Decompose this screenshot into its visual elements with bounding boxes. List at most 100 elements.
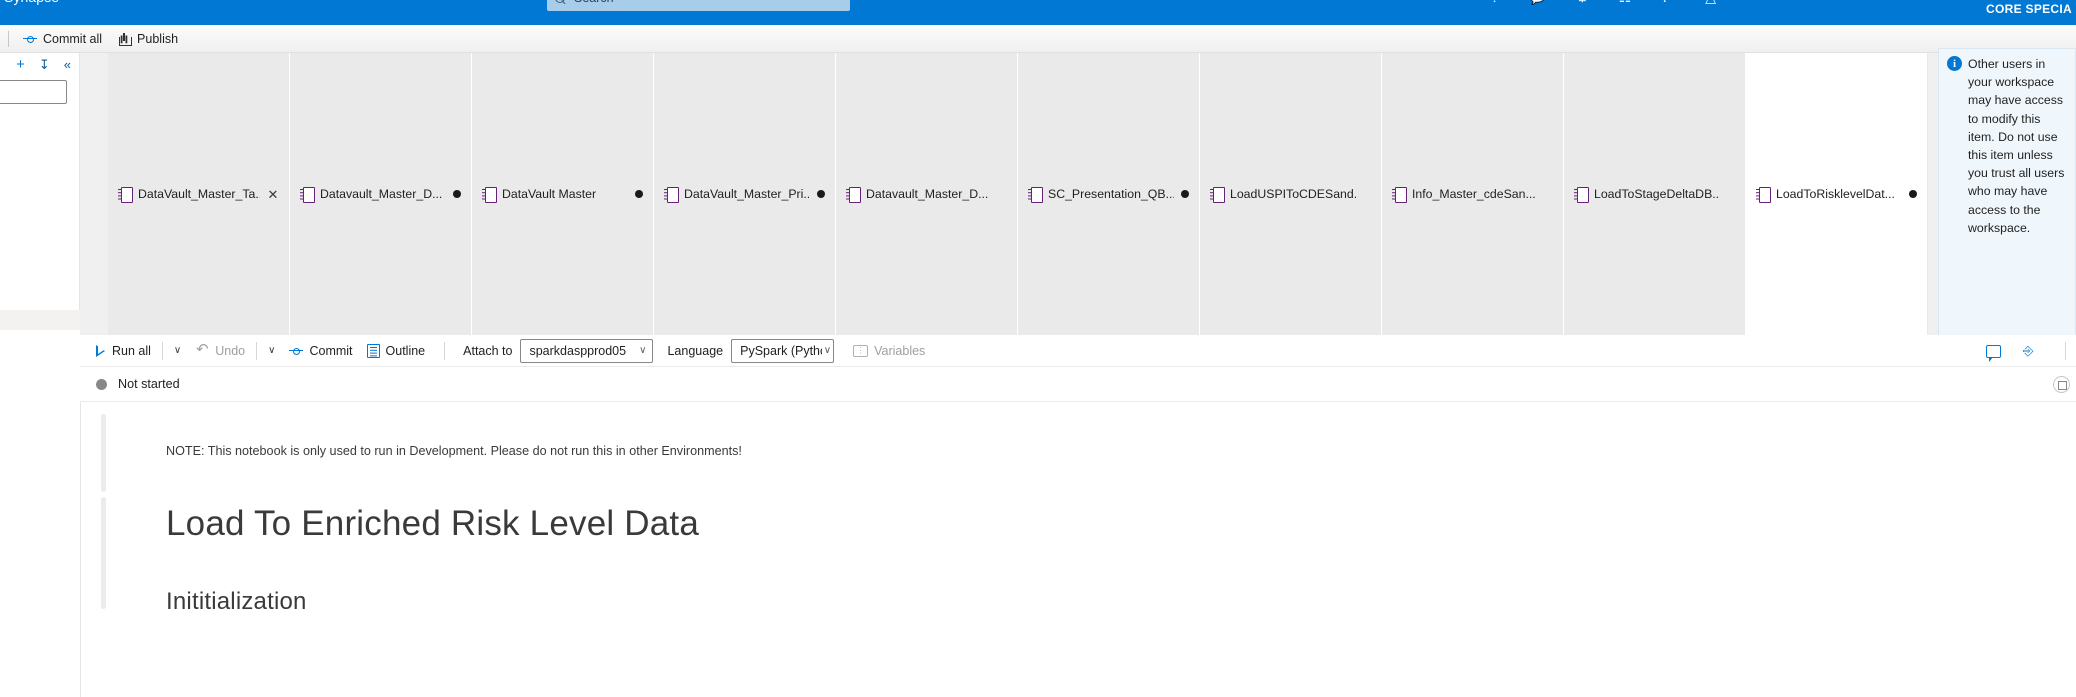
double-chevron-left-icon[interactable]: « <box>64 57 71 72</box>
undo-label: Undo <box>215 343 246 358</box>
undo-caret-button[interactable]: ∨ <box>261 345 282 356</box>
double-chevron-down-icon[interactable]: ↧ <box>39 57 50 73</box>
notebook-icon <box>300 186 315 203</box>
explorer-search-input[interactable] <box>0 80 67 104</box>
notebook-tab[interactable]: Datavault_Master_D... <box>290 53 472 335</box>
unsaved-changes-dot <box>1181 190 1189 198</box>
command-divider <box>8 30 9 47</box>
run-all-caret-button[interactable]: ∨ <box>167 345 188 356</box>
section-heading: Inititialization <box>166 588 307 615</box>
help-icon[interactable]: ！ <box>1661 0 1675 7</box>
global-search-input[interactable]: Search <box>547 0 850 11</box>
notebook-tab-label: DataVault_Master_Pri... <box>684 187 810 201</box>
unsaved-changes-dot <box>635 190 643 198</box>
notebook-tab-label: Info_Master_cdeSan... <box>1412 187 1536 201</box>
notebook-tab-label: Datavault_Master_D... <box>866 187 989 201</box>
notebook-tab[interactable]: LoadUSPIToCDESand... <box>1200 53 1382 335</box>
notebook-tab[interactable]: DataVault_Master_Pri... <box>654 53 836 335</box>
account-icon[interactable]: △ <box>1705 0 1716 6</box>
note-text: NOTE: This notebook is only used to run … <box>166 444 742 458</box>
notebook-tab[interactable]: LoadToRisklevelDat... <box>1746 53 1928 335</box>
explorer-panel: + ↧ « <box>0 53 80 310</box>
notebook-tab-label: DataVault_Master_Ta... <box>138 187 260 201</box>
chevron-down-icon: ∨ <box>823 345 832 356</box>
undo-button[interactable]: ↶ Undo <box>188 338 252 364</box>
plus-icon[interactable]: + <box>16 56 25 73</box>
run-all-button[interactable]: Run all <box>88 338 158 364</box>
question-icon[interactable]: ? <box>1491 0 1499 5</box>
status-bar-right-group <box>2053 367 2070 402</box>
commit-icon <box>289 344 304 358</box>
notebook-icon <box>846 186 861 203</box>
settings-gear-icon[interactable]: ⚙ <box>1576 0 1589 6</box>
notebook-tab[interactable]: SC_Presentation_QB... <box>1018 53 1200 335</box>
attach-to-dropdown[interactable]: sparkdaspprod05 ∨ <box>520 338 654 363</box>
unsaved-changes-dot <box>1909 190 1917 198</box>
notebook-tab-label: LoadUSPIToCDESand... <box>1230 187 1356 201</box>
feedback-icon[interactable]: 💬 <box>1529 0 1546 6</box>
outline-button[interactable]: Outline <box>360 338 433 364</box>
notebook-canvas: NOTE: This notebook is only used to run … <box>80 402 2076 697</box>
notebook-icon <box>1392 186 1407 203</box>
workspace-trust-callout: i Other users in your workspace may have… <box>1938 48 2076 336</box>
comment-icon[interactable] <box>1986 344 2001 362</box>
language-label: Language <box>667 343 724 358</box>
unsaved-changes-dot <box>453 190 461 198</box>
commit-all-label: Commit all <box>43 31 103 46</box>
notebook-tab[interactable]: DataVault Master <box>472 53 654 335</box>
notebook-tab[interactable]: Info_Master_cdeSan... <box>1382 53 1564 335</box>
notebook-toolbar-right-group: ⎆ <box>1986 335 2076 367</box>
notebook-tab-strip: DataVault_Master_Ta... ✕ Datavault_Master_… <box>80 53 2076 335</box>
commit-label: Commit <box>309 343 353 358</box>
publish-button[interactable]: Publish <box>110 27 186 51</box>
notebook-icon <box>118 186 133 203</box>
close-icon[interactable]: ✕ <box>267 188 279 201</box>
synapse-notebook-window: Synapse Search ? 💬 ⚙ ☷ ！ △ CORE SPECIA C… <box>0 0 2076 697</box>
search-icon <box>555 0 566 4</box>
variables-button[interactable]: ⋮ Variables <box>846 338 932 364</box>
play-icon <box>95 344 106 357</box>
explorer-action-group: + ↧ « <box>16 56 71 73</box>
notebook-icon <box>1028 186 1043 203</box>
notebook-tab-label: Datavault_Master_D... <box>320 187 443 201</box>
commit-icon <box>23 32 37 46</box>
publish-label: Publish <box>137 31 179 46</box>
notebook-status-bar: Not started <box>80 367 2076 402</box>
outline-label: Outline <box>385 343 426 358</box>
cell-gutter-bar <box>101 497 106 609</box>
app-brand-title: Synapse <box>4 0 59 5</box>
cell-gutter-bar <box>101 414 106 492</box>
undo-icon: ↶ <box>195 341 209 358</box>
notebook-tab-label: DataVault Master <box>502 187 597 201</box>
workspace-command-bar: Commit all Publish <box>0 25 2076 53</box>
commit-all-button[interactable]: Commit all <box>15 27 110 51</box>
notebook-icon <box>1756 186 1771 203</box>
stop-session-icon[interactable] <box>2053 376 2070 393</box>
status-indicator-dot <box>96 378 107 390</box>
toolbar-divider <box>161 341 163 360</box>
notebook-icon <box>1574 186 1589 203</box>
variables-label: Variables <box>874 343 926 358</box>
notebook-tab[interactable]: DataVault_Master_Ta... ✕ <box>108 53 290 335</box>
database-icon[interactable]: ⎆ <box>2023 344 2039 358</box>
toolbar-divider <box>256 341 258 360</box>
language-value: PySpark (Python) <box>740 343 822 358</box>
page-title: Load To Enriched Risk Level Data <box>166 504 700 543</box>
toolbar-divider <box>2065 342 2066 360</box>
unsaved-changes-dot <box>817 190 825 198</box>
notebook-icon <box>482 186 497 203</box>
notebook-tab-label: LoadToStageDeltaDB... <box>1594 187 1720 201</box>
tab-list: DataVault_Master_Ta... ✕ Datavault_Master_… <box>108 53 1928 335</box>
notebook-tab[interactable]: LoadToStageDeltaDB... <box>1564 53 1746 335</box>
attach-to-label: Attach to <box>463 343 513 358</box>
notebook-tab-label: SC_Presentation_QB... <box>1048 187 1174 201</box>
run-all-label: Run all <box>112 343 151 358</box>
toolbar-divider <box>444 341 446 360</box>
attach-to-value: sparkdaspprod05 <box>529 343 627 358</box>
commit-button[interactable]: Commit <box>282 338 359 364</box>
top-bar-icon-group: ? 💬 ⚙ ☷ ！ △ <box>1491 0 1716 7</box>
language-dropdown[interactable]: PySpark (Python) ∨ <box>731 338 835 363</box>
tenant-name-label: CORE SPECIA <box>1986 2 2072 16</box>
chat-icon[interactable]: ☷ <box>1619 0 1632 6</box>
notebook-tab[interactable]: Datavault_Master_D... <box>836 53 1018 335</box>
